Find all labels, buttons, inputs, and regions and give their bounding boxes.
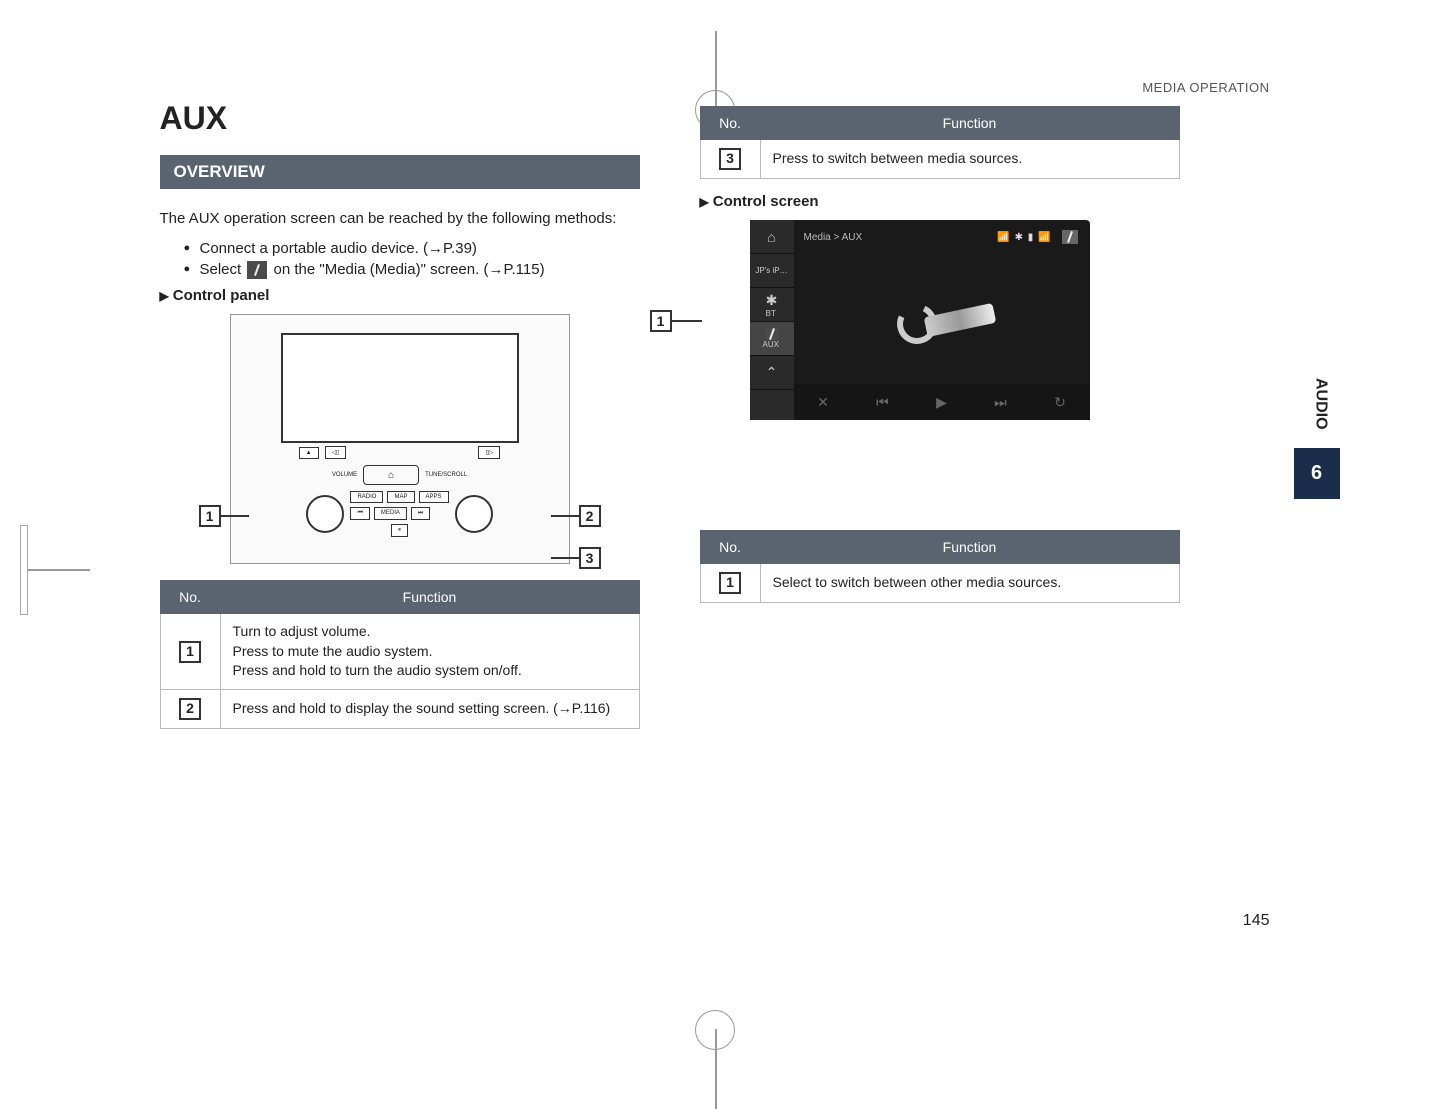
bullet-text: Select: [200, 261, 246, 278]
table-header-function: Function: [760, 107, 1179, 140]
next-track-button: ⏭: [411, 507, 430, 520]
side-tab: AUDIO 6: [1294, 360, 1340, 499]
pause-button: ⏸: [391, 524, 408, 537]
control-panel-table: No. Function 1 Turn to adjust volume. Pr…: [160, 580, 640, 729]
right-column: No. Function 3 Press to switch between m…: [700, 80, 1180, 900]
table-row: 2 Press and hold to display the sound se…: [160, 690, 639, 729]
left-column: AUX OVERVIEW The AUX operation screen ca…: [160, 80, 640, 900]
screenshot-top-bar: Media > AUX 📶 ✱ ▮ 📶: [794, 220, 1090, 254]
intro-paragraph: The AUX operation screen can be reached …: [160, 207, 640, 230]
table-header-function: Function: [220, 581, 639, 614]
control-panel-table-cont: No. Function 3 Press to switch between m…: [700, 106, 1180, 179]
radio-button: RADIO: [350, 491, 383, 503]
mute-icon: ✕: [817, 394, 829, 411]
screenshot-bottom-bar: ✕ ⏮ ▶ ⏭ ↻: [794, 384, 1090, 420]
section-label: AUDIO: [1294, 360, 1340, 448]
bullet-list: Connect a portable audio device. (→P.39)…: [184, 240, 640, 279]
play-icon: ▶: [936, 394, 947, 411]
apps-button: APPS: [419, 491, 449, 503]
registration-mark-bottom: [695, 1010, 735, 1050]
sidebar-item-bt: ✱BT: [750, 288, 794, 322]
table-header-no: No.: [160, 581, 220, 614]
bullet-text: ): [472, 240, 477, 257]
callout-3: 3: [579, 547, 601, 569]
status-icons: 📶 ✱ ▮ 📶: [997, 232, 1051, 243]
prev-icon: ⏮: [876, 394, 889, 411]
volume-knob: [306, 495, 344, 533]
row-number-box: 1: [719, 572, 741, 594]
section-number: 6: [1294, 448, 1340, 499]
sidebar-home-icon: ⌂: [750, 220, 794, 254]
bullet-text: on the "Media (Media)" screen. (: [269, 261, 488, 278]
disc-in-icon: ◁▯: [325, 446, 347, 459]
diagram-screen: [281, 333, 519, 443]
next-icon: ⏭: [994, 394, 1007, 411]
row-function-text: Press and hold to display the sound sett…: [220, 690, 639, 729]
prev-track-button: ⏮: [350, 507, 369, 520]
row-function-text: Turn to adjust volume. Press to mute the…: [220, 614, 639, 690]
row-number-box: 3: [719, 148, 741, 170]
table-row: 1 Select to switch between other media s…: [700, 564, 1179, 603]
page-content: MEDIA OPERATION AUX OVERVIEW The AUX ope…: [160, 80, 1270, 900]
row-function-text: Press to switch between media sources.: [760, 140, 1179, 179]
row-number-box: 2: [179, 698, 201, 720]
table-header-no: No.: [700, 107, 760, 140]
screenshot-artwork: [794, 254, 1090, 384]
control-screen-screenshot: ⌂ JP's iP… ✱BT AUX ⌃ Media > AUX 📶 ✱ ▮ 📶: [750, 220, 1090, 420]
eject-icon: ▲: [299, 447, 319, 459]
aux-tool-icon: [1062, 230, 1078, 244]
media-button: MEDIA: [374, 507, 407, 520]
breadcrumb: Media > AUX: [804, 232, 863, 243]
sidebar-item-ipod: JP's iP…: [750, 254, 794, 288]
callout-1: 1: [650, 310, 672, 332]
control-screen-table: No. Function 1 Select to switch between …: [700, 530, 1180, 603]
bullet-text: Connect a portable audio device. (: [200, 240, 428, 257]
bullet-item: Connect a portable audio device. (→P.39): [184, 240, 640, 257]
aux-plug-illustration: [887, 284, 997, 354]
table-row: 1 Turn to adjust volume. Press to mute t…: [160, 614, 639, 690]
table-header-function: Function: [760, 531, 1179, 564]
tune-knob: [455, 495, 493, 533]
running-header: MEDIA OPERATION: [1142, 80, 1269, 95]
screenshot-callout: 1: [650, 310, 702, 332]
home-button: ⌂: [363, 465, 419, 485]
page-ref: →P.115: [488, 261, 539, 278]
page-number: 145: [1243, 912, 1270, 930]
page-ref: →P.39: [428, 240, 472, 257]
control-screen-subheading: Control screen: [700, 193, 1180, 210]
control-panel-diagram: ▲ ◁▯ ▯▷ VOLUME ⌂ TUNE/SCROLL RADIO MAP A…: [230, 314, 570, 564]
sidebar-scroll-up-icon: ⌃: [750, 356, 794, 390]
map-button: MAP: [387, 491, 414, 503]
row-function-text: Select to switch between other media sou…: [760, 564, 1179, 603]
screenshot-sidebar: ⌂ JP's iP… ✱BT AUX ⌃: [750, 220, 794, 420]
repeat-icon: ↻: [1054, 394, 1066, 411]
bullet-item: Select on the "Media (Media)" screen. (→…: [184, 261, 640, 279]
registration-mark-side: [20, 525, 90, 615]
overview-heading-bar: OVERVIEW: [160, 155, 640, 189]
callout-2: 2: [579, 505, 601, 527]
table-header-no: No.: [700, 531, 760, 564]
control-panel-subheading: Control panel: [160, 287, 640, 304]
table-row: 3 Press to switch between media sources.: [700, 140, 1179, 179]
aux-plug-icon: [247, 261, 267, 279]
volume-knob-label: VOLUME: [332, 472, 357, 478]
disc-out-icon: ▯▷: [478, 446, 500, 459]
tune-knob-label: TUNE/SCROLL: [425, 472, 467, 478]
bullet-text: ): [540, 261, 545, 278]
sidebar-item-aux: AUX: [750, 322, 794, 356]
page-title: AUX: [160, 100, 640, 137]
callout-1: 1: [199, 505, 221, 527]
row-number-box: 1: [179, 641, 201, 663]
